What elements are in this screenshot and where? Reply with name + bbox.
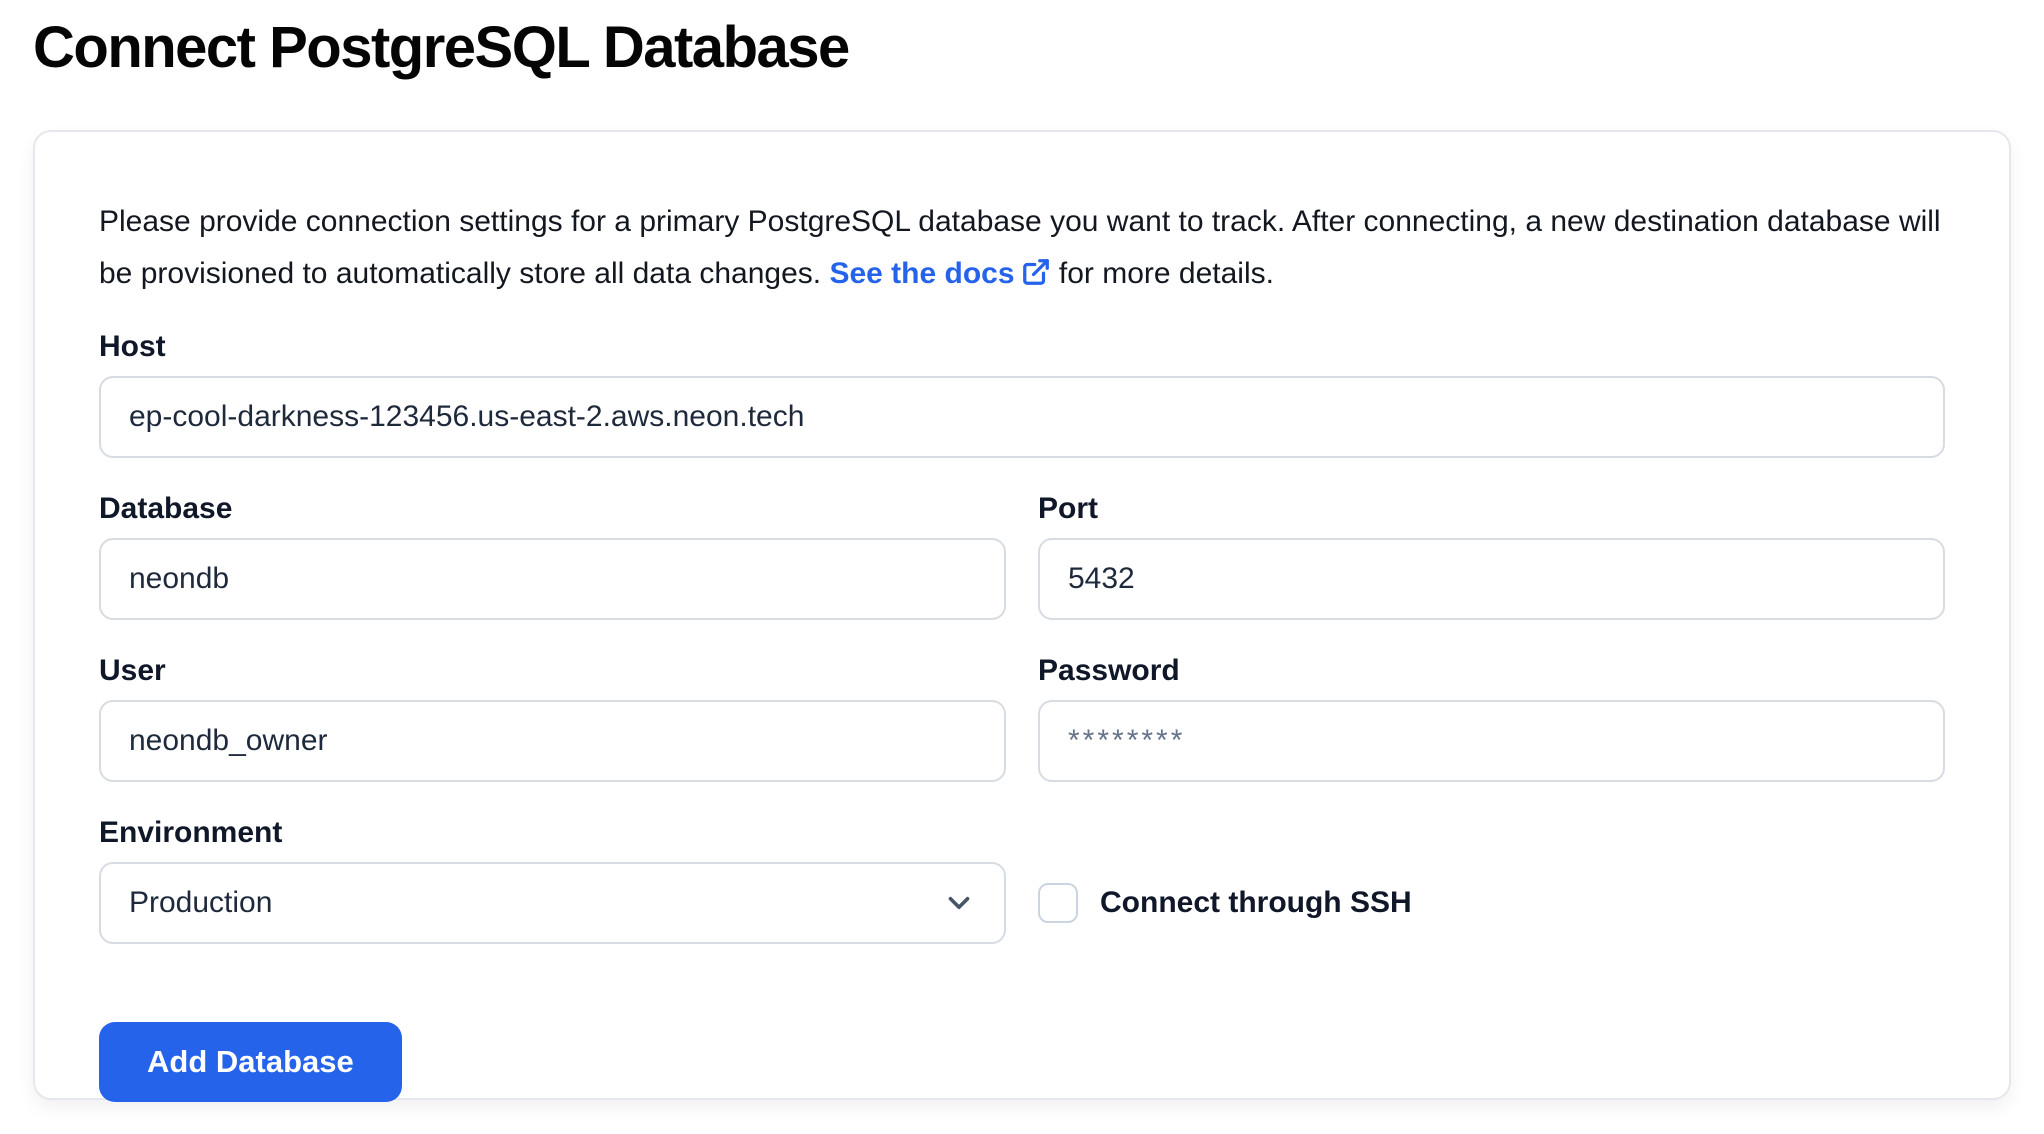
chevron-down-icon	[942, 886, 976, 920]
see-the-docs-label: See the docs	[829, 257, 1014, 290]
environment-select[interactable]: Production	[99, 862, 1006, 944]
password-field-group: Password	[1038, 654, 1945, 782]
host-label: Host	[99, 330, 1945, 364]
ssh-checkbox[interactable]	[1038, 883, 1078, 923]
database-port-row: Database Port	[99, 492, 1945, 620]
port-input[interactable]	[1038, 538, 1945, 620]
host-input[interactable]	[99, 376, 1945, 458]
environment-ssh-row: Environment Production Connect through S…	[99, 816, 1945, 944]
user-password-row: User Password	[99, 654, 1945, 782]
ssh-checkbox-group: Connect through SSH	[1038, 883, 1412, 923]
environment-selected-value: Production	[129, 886, 272, 920]
database-label: Database	[99, 492, 1006, 526]
user-field-group: User	[99, 654, 1006, 782]
port-field-group: Port	[1038, 492, 1945, 620]
ssh-cell: Connect through SSH	[1038, 816, 1945, 944]
environment-label: Environment	[99, 816, 1006, 850]
page-title: Connect PostgreSQL Database	[33, 14, 849, 81]
ssh-checkbox-label: Connect through SSH	[1100, 886, 1412, 920]
host-field-group: Host	[99, 330, 1945, 458]
database-field-group: Database	[99, 492, 1006, 620]
see-the-docs-link[interactable]: See the docs	[829, 257, 1050, 290]
external-link-icon	[1021, 257, 1051, 287]
password-label: Password	[1038, 654, 1945, 688]
environment-field-group: Environment Production	[99, 816, 1006, 944]
intro-after: for more details.	[1059, 257, 1274, 290]
port-label: Port	[1038, 492, 1945, 526]
page: Connect PostgreSQL Database Please provi…	[0, 0, 2044, 1134]
user-label: User	[99, 654, 1006, 688]
add-database-button[interactable]: Add Database	[99, 1022, 402, 1102]
user-input[interactable]	[99, 700, 1006, 782]
connection-settings-card: Please provide connection settings for a…	[33, 130, 2011, 1100]
database-input[interactable]	[99, 538, 1006, 620]
intro-text: Please provide connection settings for a…	[99, 196, 1945, 300]
password-input[interactable]	[1038, 700, 1945, 782]
